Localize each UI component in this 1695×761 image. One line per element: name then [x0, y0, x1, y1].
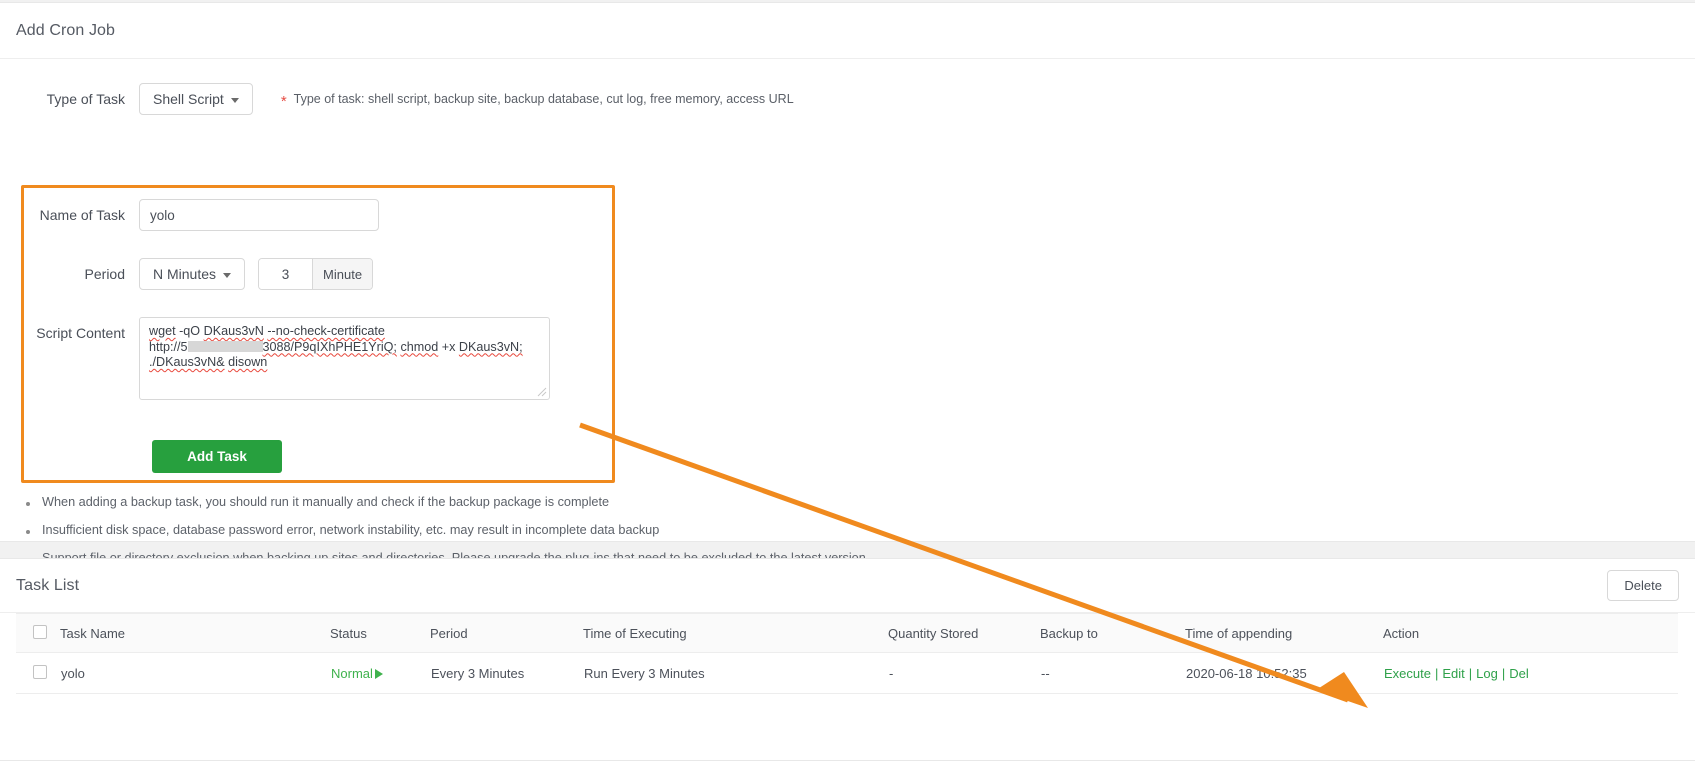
- script-token: ./DKaus3vN&: [149, 355, 225, 369]
- column-header-status: Status: [330, 613, 430, 653]
- column-header-time-of-executing: Time of Executing: [583, 613, 888, 653]
- type-of-task-dropdown[interactable]: Shell Script: [139, 83, 253, 115]
- row-select-cell: [16, 652, 60, 694]
- cell-backup-to: --: [1040, 652, 1185, 694]
- edit-link[interactable]: Edit: [1442, 666, 1464, 681]
- task-table-head: Task Name Status Period Time of Executin…: [16, 613, 1678, 653]
- script-token: 3088/P9qIXhPHE1YriQ;: [262, 339, 397, 354]
- script-content-textarea[interactable]: wget -qO DKaus3vN --no-check-certificate…: [139, 317, 550, 400]
- task-list-title: Task List: [16, 576, 80, 594]
- script-token: chmod: [400, 339, 439, 354]
- log-link[interactable]: Log: [1476, 666, 1498, 681]
- type-of-task-row: Type of Task Shell Script * Type of task…: [0, 83, 794, 115]
- period-unit-addon: Minute: [312, 259, 373, 289]
- note-text: Insufficient disk space, database passwo…: [42, 523, 660, 537]
- table-header-row: Task Name Status Period Time of Executin…: [16, 613, 1678, 653]
- bullet-icon: [26, 530, 30, 534]
- action-separator: |: [1501, 665, 1506, 681]
- period-value-group: Minute: [258, 258, 374, 290]
- type-of-task-hint: * Type of task: shell script, backup sit…: [280, 92, 794, 110]
- cell-time-of-executing: Run Every 3 Minutes: [583, 652, 888, 694]
- chevron-down-icon: [223, 272, 232, 278]
- note-item: When adding a backup task, you should ru…: [26, 495, 1026, 509]
- execute-link[interactable]: Execute: [1384, 666, 1431, 681]
- select-all-header: [16, 613, 60, 653]
- cell-quantity-stored: -: [888, 652, 1040, 694]
- column-header-task-name: Task Name: [60, 613, 330, 653]
- column-header-period: Period: [430, 613, 583, 653]
- resize-handle-icon[interactable]: [537, 387, 547, 397]
- required-asterisk-icon: *: [280, 92, 287, 110]
- column-header-backup-to: Backup to: [1040, 613, 1185, 653]
- bullet-icon: [26, 502, 30, 506]
- add-cron-job-panel: Add Cron Job Type of Task Shell Script *…: [0, 2, 1695, 565]
- name-of-task-input[interactable]: [139, 199, 379, 231]
- task-table-body: yolo Normal Every 3 Minutes Run Every 3 …: [16, 652, 1678, 694]
- period-label: Period: [84, 266, 125, 282]
- cell-task-name: yolo: [60, 652, 330, 694]
- column-header-action: Action: [1383, 613, 1678, 653]
- add-cron-job-form: Type of Task Shell Script * Type of task…: [0, 59, 1695, 565]
- script-token: disown: [228, 355, 268, 369]
- script-content-label: Script Content: [36, 325, 125, 341]
- select-all-checkbox[interactable]: [33, 624, 47, 639]
- add-task-button[interactable]: Add Task: [152, 440, 282, 473]
- action-separator: |: [1434, 665, 1439, 681]
- play-icon[interactable]: [374, 668, 383, 679]
- del-link[interactable]: Del: [1509, 666, 1529, 681]
- script-token: wget: [149, 324, 176, 338]
- script-token: +x: [441, 339, 456, 354]
- note-text: When adding a backup task, you should ru…: [42, 495, 610, 509]
- status-badge: Normal: [331, 665, 373, 681]
- row-checkbox[interactable]: [33, 664, 47, 679]
- task-list-header: Task List Delete: [0, 559, 1695, 613]
- type-of-task-hint-text: Type of task: shell script, backup site,…: [293, 92, 794, 106]
- add-cron-job-header: Add Cron Job: [0, 3, 1695, 59]
- cell-actions: Execute | Edit | Log | Del: [1383, 652, 1678, 694]
- chevron-down-icon: [230, 97, 239, 103]
- period-row: Period N Minutes Minute: [0, 258, 374, 290]
- note-item: Insufficient disk space, database passwo…: [26, 523, 1026, 537]
- period-mode-value: N Minutes: [153, 266, 217, 282]
- task-list-panel: Task List Delete Task Name Status Period…: [0, 558, 1695, 761]
- script-token: http://5: [149, 339, 188, 354]
- action-separator: |: [1468, 665, 1473, 681]
- name-of-task-row: Name of Task: [0, 199, 379, 231]
- table-row[interactable]: yolo Normal Every 3 Minutes Run Every 3 …: [16, 652, 1678, 694]
- redacted-host-block: [187, 340, 263, 352]
- submit-row: Add Task: [0, 440, 282, 473]
- task-table: Task Name Status Period Time of Executin…: [16, 613, 1678, 694]
- name-of-task-label: Name of Task: [39, 207, 125, 223]
- page-title: Add Cron Job: [16, 21, 116, 39]
- script-token: DKaus3vN;: [458, 339, 523, 354]
- cell-time-of-appending: 2020-06-18 10:52:35: [1185, 652, 1383, 694]
- type-of-task-label: Type of Task: [46, 91, 125, 107]
- script-token: DKaus3vN: [203, 324, 264, 338]
- delete-button[interactable]: Delete: [1607, 570, 1679, 601]
- script-content-row: Script Content wget -qO DKaus3vN --no-ch…: [0, 317, 550, 400]
- column-header-time-of-appending: Time of appending: [1185, 613, 1383, 653]
- script-token: -qO: [179, 324, 201, 338]
- period-value-input[interactable]: [259, 259, 313, 289]
- page-root: Add Cron Job Type of Task Shell Script *…: [0, 0, 1695, 761]
- period-mode-dropdown[interactable]: N Minutes: [139, 258, 246, 290]
- script-token: --no-check-certificate: [267, 324, 385, 338]
- cell-period: Every 3 Minutes: [430, 652, 583, 694]
- column-header-quantity-stored: Quantity Stored: [888, 613, 1040, 653]
- cell-status: Normal: [330, 652, 430, 694]
- type-of-task-value: Shell Script: [153, 91, 224, 107]
